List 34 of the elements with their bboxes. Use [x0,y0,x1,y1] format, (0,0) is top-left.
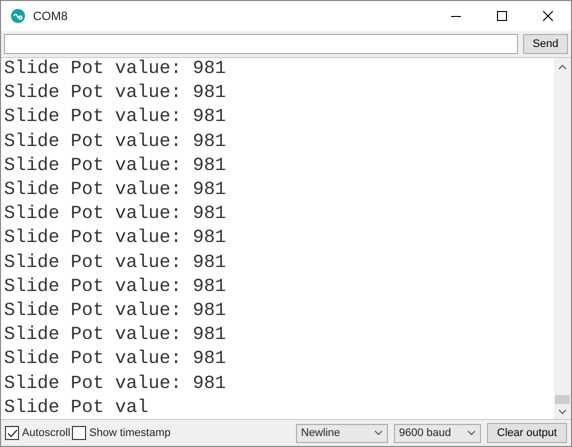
checkbox[interactable] [5,426,19,440]
scroll-up-icon[interactable] [558,64,567,70]
output-line: Slide Pot value: 981 [4,323,228,348]
close-icon[interactable] [543,11,553,21]
output-line: Slide Pot value: 981 [4,154,228,178]
caret-icon[interactable] [374,430,383,436]
app-logo-icon [11,9,25,23]
baud-rate-dropdown[interactable]: 9600 baud [394,424,481,442]
output-line: Slide Pot value: 981 [4,81,228,106]
scrollbar[interactable] [554,58,571,419]
scroll-down-icon[interactable] [558,409,567,415]
output-line: Slide Pot value: 981 [4,58,228,81]
scroll-thumb[interactable] [555,395,570,404]
checkbox[interactable] [72,426,86,440]
message-input-field[interactable] [4,34,518,54]
output-line: Slide Pot value: 981 [4,226,228,250]
output-line: Slide Pot value: 981 [4,372,228,396]
output-line: Slide Pot value: 981 [4,299,228,324]
output-line: Slide Pot value: 981 [4,178,228,202]
output-line: Slide Pot value: 981 [4,274,228,299]
output-line: Slide Pot value: 981 [4,130,228,154]
checkbox-label[interactable]: Autoscroll [22,424,70,442]
line-ending-dropdown[interactable]: Newline [296,424,388,442]
checkbox-label[interactable]: Show timestamp [89,424,171,442]
maximize-icon[interactable] [497,11,507,21]
output-line: Slide Pot value: 981 [4,250,228,275]
output-line: Slide Pot value: 981 [4,105,228,130]
output-line: Slide Pot value: 981 [4,202,228,226]
window-title: COM8 [33,8,69,25]
clear-output-button[interactable]: Clear output [487,423,567,443]
output-line: Slide Pot val [4,396,150,419]
send-button[interactable]: Send [523,34,568,54]
caret-icon[interactable] [467,430,476,436]
output-line: Slide Pot value: 981 [4,347,228,372]
